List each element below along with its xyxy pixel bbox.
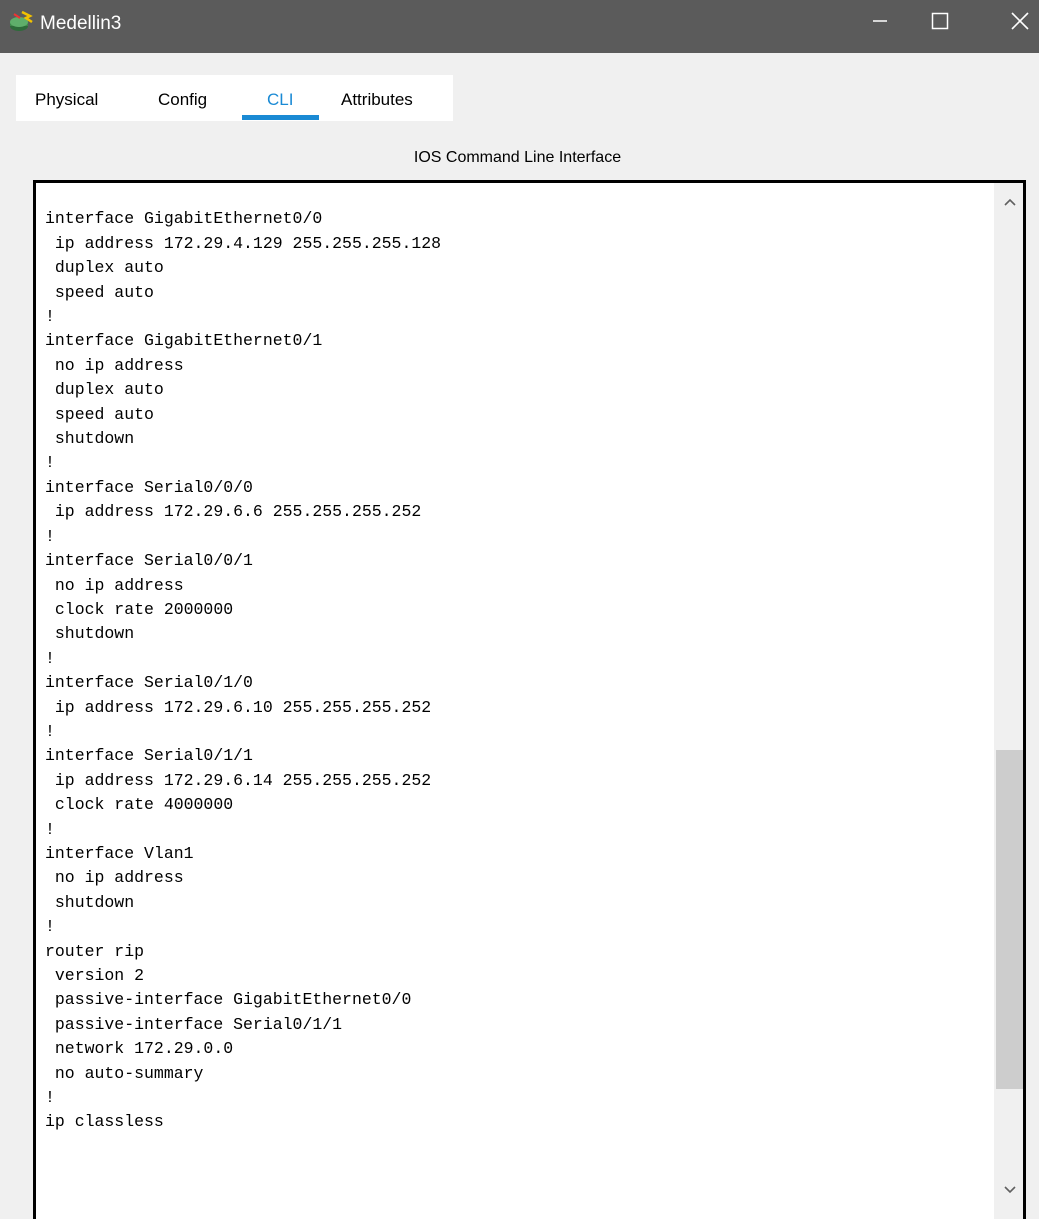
maximize-button[interactable] — [915, 0, 965, 42]
chevron-down-icon — [1004, 1186, 1016, 1194]
cli-line: ! — [45, 917, 55, 937]
scroll-up-button[interactable] — [994, 191, 1023, 213]
cli-line: interface GigabitEthernet0/0 — [45, 209, 323, 229]
cli-heading-text: IOS Command Line Interface — [413, 149, 622, 166]
cli-line: ! — [45, 453, 55, 473]
cli-line: duplex auto — [45, 380, 164, 400]
cli-line: version 2 — [45, 966, 145, 985]
close-icon — [1011, 12, 1029, 30]
cli-line: interface GigabitEthernet0/1 — [45, 331, 323, 351]
cli-line: ! — [45, 183, 55, 185]
cli-line: ! — [45, 1088, 55, 1108]
cli-line: interface Serial0/0/1 — [45, 551, 253, 571]
cli-line: ! — [45, 819, 55, 839]
cli-line: speed auto — [45, 282, 154, 302]
tab-cli[interactable]: CLI — [267, 89, 293, 111]
cli-line: speed auto — [45, 404, 154, 424]
cli-output[interactable]: ! interface GigabitEthernet0/0 ip addres… — [45, 183, 441, 1135]
cli-line: no ip address — [45, 868, 184, 888]
scroll-thumb[interactable] — [996, 750, 1023, 1089]
active-tab-indicator — [242, 115, 319, 120]
cli-line: no ip address — [45, 355, 184, 375]
cli-line: no ip address — [45, 575, 184, 595]
title-bar: Medellin3 — [0, 0, 1039, 53]
cli-line: interface Serial0/1/0 — [45, 673, 253, 693]
maximize-icon — [931, 12, 949, 30]
cli-line: network 172.29.0.0 — [45, 1039, 234, 1059]
tab-config[interactable]: Config — [158, 89, 207, 111]
router-device-icon — [8, 10, 34, 36]
cli-line: ! — [45, 307, 55, 327]
chevron-up-icon — [1004, 198, 1016, 206]
tab-attributes[interactable]: Attributes — [341, 89, 413, 111]
cli-line: ! — [45, 526, 55, 546]
cli-line: ! — [45, 648, 55, 668]
cli-line: interface Serial0/0/0 — [45, 477, 253, 497]
cli-line: shutdown — [45, 429, 135, 449]
cli-line: ip classless — [45, 1112, 164, 1132]
cli-line: passive-interface Serial0/1/1 — [45, 1014, 343, 1034]
cli-line: clock rate 2000000 — [45, 599, 234, 619]
cli-line: router rip — [45, 941, 145, 961]
cli-terminal[interactable]: ! interface GigabitEthernet0/0 ip addres… — [33, 180, 1026, 1219]
cli-line: no auto-summary — [45, 1063, 204, 1083]
cli-line: clock rate 4000000 — [45, 795, 234, 815]
minimize-button[interactable] — [855, 0, 905, 42]
cli-line: ip address 172.29.6.10 255.255.255.252 — [45, 697, 432, 717]
cli-line: interface Serial0/1/1 — [45, 746, 253, 766]
cli-line: ip address 172.29.6.14 255.255.255.252 — [45, 770, 432, 790]
cli-heading: IOS Command Line Interface — [0, 148, 1039, 168]
scroll-down-button[interactable] — [994, 1179, 1023, 1201]
cli-line: passive-interface GigabitEthernet0/0 — [45, 990, 412, 1010]
window-title: Medellin3 — [40, 13, 122, 34]
minimize-icon — [873, 20, 887, 22]
cli-line: interface Vlan1 — [45, 843, 194, 863]
tab-physical[interactable]: Physical — [35, 89, 98, 111]
vertical-scrollbar[interactable] — [994, 183, 1023, 1219]
close-button[interactable] — [995, 0, 1039, 42]
cli-line: duplex auto — [45, 258, 164, 278]
tab-bar: Physical Config CLI Attributes — [16, 75, 453, 121]
cli-line: shutdown — [45, 892, 135, 912]
cli-line: ip address 172.29.6.6 255.255.255.252 — [45, 502, 422, 522]
cli-line: ip address 172.29.4.129 255.255.255.128 — [45, 233, 442, 253]
cli-line: shutdown — [45, 624, 135, 644]
cli-line: ! — [45, 721, 55, 741]
